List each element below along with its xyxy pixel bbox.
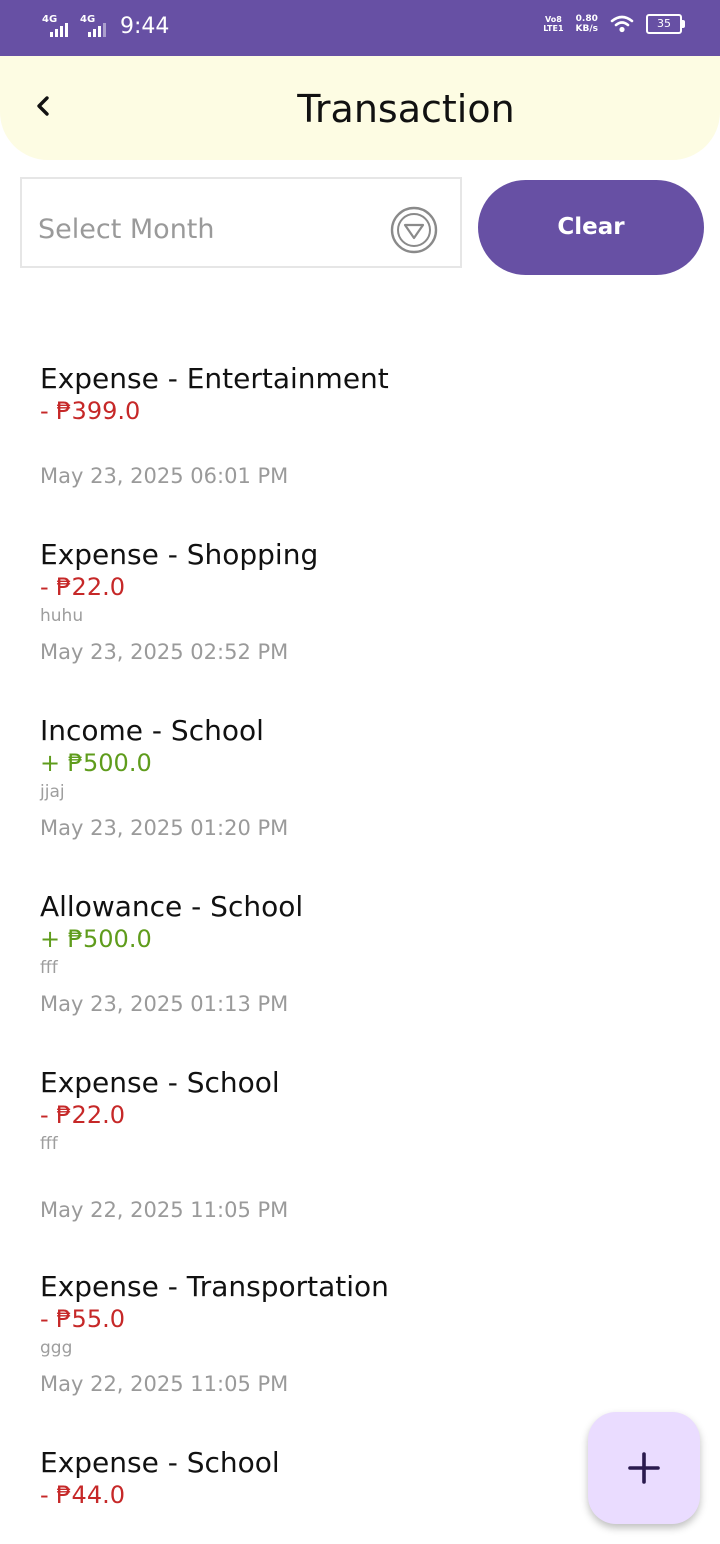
transaction-amount: - ₱399.0 (40, 397, 141, 425)
battery-level: 35 (657, 17, 671, 30)
transaction-datetime: May 23, 2025 02:52 PM (40, 640, 289, 664)
app-header: Transaction (0, 56, 720, 160)
transaction-amount: + ₱500.0 (40, 749, 152, 777)
month-select-placeholder: Select Month (38, 214, 215, 245)
transaction-item[interactable]: Expense - Shopping - ₱22.0 huhu May 23, 202… (40, 538, 600, 678)
transaction-datetime: May 23, 2025 01:13 PM (40, 992, 289, 1016)
transaction-note: huhu (40, 606, 84, 626)
status-time: 9:44 (120, 14, 170, 39)
status-bar: 4G 4G 9:44 Vo8 LTE1 0.80 KB/s 35 (0, 0, 720, 56)
volte-indicator: Vo8 LTE1 (543, 15, 563, 33)
plus-icon (628, 1452, 660, 1484)
transaction-amount: - ₱22.0 (40, 1101, 125, 1129)
dropdown-triangle-icon (390, 206, 438, 254)
transaction-amount: - ₱22.0 (40, 573, 125, 601)
transaction-title: Allowance - School (40, 890, 304, 923)
net-speed-unit: KB/s (575, 24, 598, 34)
status-bar-right: Vo8 LTE1 0.80 KB/s 35 (543, 14, 685, 34)
transaction-datetime: May 23, 2025 06:01 PM (40, 464, 289, 488)
net-speed-value: 0.80 (575, 14, 598, 24)
transaction-item[interactable]: Expense - Transportation - ₱55.0 ggg May 22… (40, 1270, 600, 1410)
transaction-note: ggg (40, 1338, 73, 1358)
sim1-signal-icon: 4G (42, 15, 72, 39)
transaction-item[interactable]: Expense - Entertainment - ₱399.0 May 23, 2… (40, 362, 600, 502)
volte-line-1: Vo8 (544, 15, 562, 24)
battery-icon: 35 (646, 14, 685, 34)
transaction-item[interactable]: Allowance - School + ₱500.0 fff May 23, 202… (40, 890, 600, 1030)
transaction-item[interactable]: Expense - School - ₱22.0 fff May 22, 2025 1… (40, 1066, 600, 1222)
status-bar-left: 4G 4G 9:44 (42, 14, 169, 40)
transaction-note: jjaj (40, 782, 65, 802)
transaction-screen: 4G 4G 9:44 Vo8 LTE1 0.80 KB/s 35 Transac… (0, 0, 720, 1544)
transaction-title: Expense - Transportation (40, 1270, 389, 1303)
sim2-signal-icon: 4G (80, 15, 110, 39)
transaction-amount: + ₱500.0 (40, 925, 152, 953)
transaction-item[interactable]: Expense - School - ₱44.0 (40, 1446, 600, 1544)
transaction-item[interactable]: Income - School + ₱500.0 jjaj May 23, 2025 … (40, 714, 600, 854)
transaction-note: fff (40, 958, 58, 978)
add-transaction-button[interactable] (588, 1412, 700, 1524)
page-title: Transaction (297, 87, 515, 131)
transaction-title: Expense - School (40, 1066, 280, 1099)
wifi-icon (610, 15, 634, 33)
transaction-title: Expense - Entertainment (40, 362, 389, 395)
transaction-amount: - ₱55.0 (40, 1305, 125, 1333)
transaction-datetime: May 22, 2025 11:05 PM (40, 1372, 289, 1396)
transaction-datetime: May 22, 2025 11:05 PM (40, 1198, 289, 1222)
transaction-title: Expense - Shopping (40, 538, 319, 571)
transaction-title: Income - School (40, 714, 264, 747)
transaction-datetime: May 23, 2025 01:20 PM (40, 816, 289, 840)
month-select[interactable]: Select Month (20, 177, 462, 268)
transaction-note: fff (40, 1134, 58, 1154)
clear-button[interactable]: Clear (478, 180, 704, 275)
transaction-title: Expense - School (40, 1446, 280, 1479)
net-speed: 0.80 KB/s (576, 14, 598, 34)
volte-line-2: LTE1 (543, 24, 564, 33)
transaction-amount: - ₱44.0 (40, 1481, 125, 1509)
